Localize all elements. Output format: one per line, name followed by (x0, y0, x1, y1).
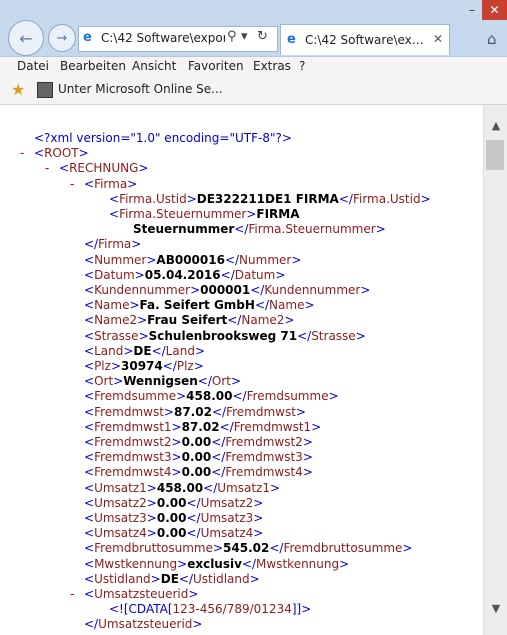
tab-active[interactable]: e C:\42 Software\export.... ✕ (280, 24, 450, 55)
menu-datei[interactable]: Datei (17, 59, 49, 73)
xml-element: <Fremdmwst4>0.00</Fremdmwst4> (84, 465, 313, 480)
browser-toolbar: – ✕ ← → e C:\42 Software\export. ⚲ ▾ ↻ e… (0, 0, 507, 56)
xml-element: <Mwstkennung>exclusiv</Mwstkennung> (84, 556, 350, 571)
forward-button[interactable]: → (48, 24, 76, 52)
minimize-button[interactable]: – (462, 0, 482, 20)
forward-arrow-icon: → (56, 30, 68, 46)
xml-element: <Ort>Wennigsen</Ort> (84, 374, 242, 389)
scroll-thumb[interactable] (486, 140, 504, 170)
menu-ansicht[interactable]: Ansicht (132, 59, 176, 73)
address-input[interactable]: C:\42 Software\export. (101, 31, 225, 45)
tab-close-icon[interactable]: ✕ (433, 32, 443, 46)
favorites-bar: ★ Unter Microsoft Online Se... (0, 76, 507, 105)
xml-open-umsatzsteuerid: <Umsatzsteuerid> (84, 587, 199, 601)
home-icon[interactable]: ⌂ (487, 30, 497, 48)
xml-element: <Land>DE</Land> (84, 343, 205, 358)
page-icon (37, 82, 53, 98)
menu-help[interactable]: ? (299, 59, 305, 73)
favorites-star-icon[interactable]: ★ (11, 80, 25, 99)
xml-element: <Ustidland>DE</Ustidland> (84, 571, 260, 586)
xml-element: <Fremdsumme>458.00</Fremdsumme> (84, 389, 339, 404)
new-tab-button[interactable] (452, 30, 474, 54)
back-arrow-icon: ← (19, 28, 33, 48)
xml-element: <Umsatz4>0.00</Umsatz4> (84, 526, 264, 541)
xml-element: <Fremdmwst1>87.02</Fremdmwst1> (84, 419, 322, 434)
collapse-toggle[interactable]: - (70, 587, 74, 601)
collapse-toggle[interactable]: - (70, 177, 74, 191)
ie-logo-icon: e (287, 32, 296, 47)
xml-element: <Umsatz2>0.00</Umsatz2> (84, 495, 264, 510)
xml-cdata: <![CDATA[123-456/789/01234]]> (109, 602, 312, 617)
menu-extras[interactable]: Extras (253, 59, 291, 73)
xml-close-firma: </Firma> (84, 237, 142, 252)
xml-element: <Fremdbruttosumme>545.02</Fremdbruttosum… (84, 541, 413, 556)
xml-document: <?xml version="1.0" encoding="UTF-8"?> - <… (0, 105, 483, 635)
ie-logo-icon: e (83, 30, 92, 45)
xml-element-continued: Steuernummer</Firma.Steuernummer> (133, 222, 386, 237)
xml-element: <Name2>Frau Seifert</Name2> (84, 313, 295, 328)
favorites-link[interactable]: Unter Microsoft Online Se... (58, 82, 223, 96)
tab-title: C:\42 Software\export.... (305, 33, 431, 47)
xml-element: <Datum>05.04.2016</Datum> (84, 267, 286, 282)
collapse-toggle[interactable]: - (20, 146, 24, 160)
menu-bearbeiten[interactable]: Bearbeiten (60, 59, 126, 73)
xml-element: <Strasse>Schulenbrooksweg 71</Strasse> (84, 328, 366, 343)
xml-open-firma: <Firma> (84, 176, 138, 191)
address-bar[interactable]: e C:\42 Software\export. ⚲ ▾ ↻ (78, 26, 278, 52)
xml-element: <Name>Fa. Seifert GmbH</Name> (84, 298, 315, 313)
xml-element: <Fremdmwst2>0.00</Fremdmwst2> (84, 435, 313, 449)
vertical-scrollbar[interactable]: ▲ ▼ (483, 105, 507, 635)
refresh-icon[interactable]: ↻ (257, 29, 268, 44)
scroll-up-icon[interactable]: ▲ (484, 119, 507, 132)
search-icon[interactable]: ⚲ (227, 29, 237, 44)
xml-declaration: <?xml version="1.0" encoding="UTF-8"?> (34, 131, 292, 145)
menu-favoriten[interactable]: Favoriten (188, 59, 244, 73)
xml-element: <Plz>30974</Plz> (84, 359, 204, 373)
xml-close-umsatzsteuerid: </Umsatzsteuerid> (84, 617, 203, 632)
xml-element: <Fremdmwst>87.02</Fremdmwst> (84, 404, 306, 419)
back-button[interactable]: ← (8, 20, 44, 56)
close-window-button[interactable]: ✕ (482, 0, 507, 20)
xml-element: <Umsatz1>458.00</Umsatz1> (84, 480, 281, 495)
xml-element: <Umsatz3>0.00</Umsatz3> (84, 511, 264, 525)
collapse-toggle[interactable]: - (45, 161, 49, 175)
dropdown-icon[interactable]: ▾ (241, 29, 248, 44)
xml-element: <Nummer>AB000016</Nummer> (84, 252, 302, 267)
menu-bar: Datei Bearbeiten Ansicht Favoriten Extra… (0, 56, 507, 77)
xml-element: <Fremdmwst3>0.00</Fremdmwst3> (84, 450, 313, 465)
xml-open-rechnung: <RECHNUNG> (59, 161, 149, 176)
xml-element: <Firma.Ustid>DE322211DE1 FIRMA</Firma.Us… (109, 191, 431, 206)
xml-open-root: <ROOT> (34, 146, 89, 161)
xml-element: <Kundennummer>000001</Kundennummer> (84, 283, 371, 297)
xml-element: <Firma.Steuernummer>FIRMA (109, 207, 300, 221)
scroll-down-icon[interactable]: ▼ (484, 602, 507, 615)
